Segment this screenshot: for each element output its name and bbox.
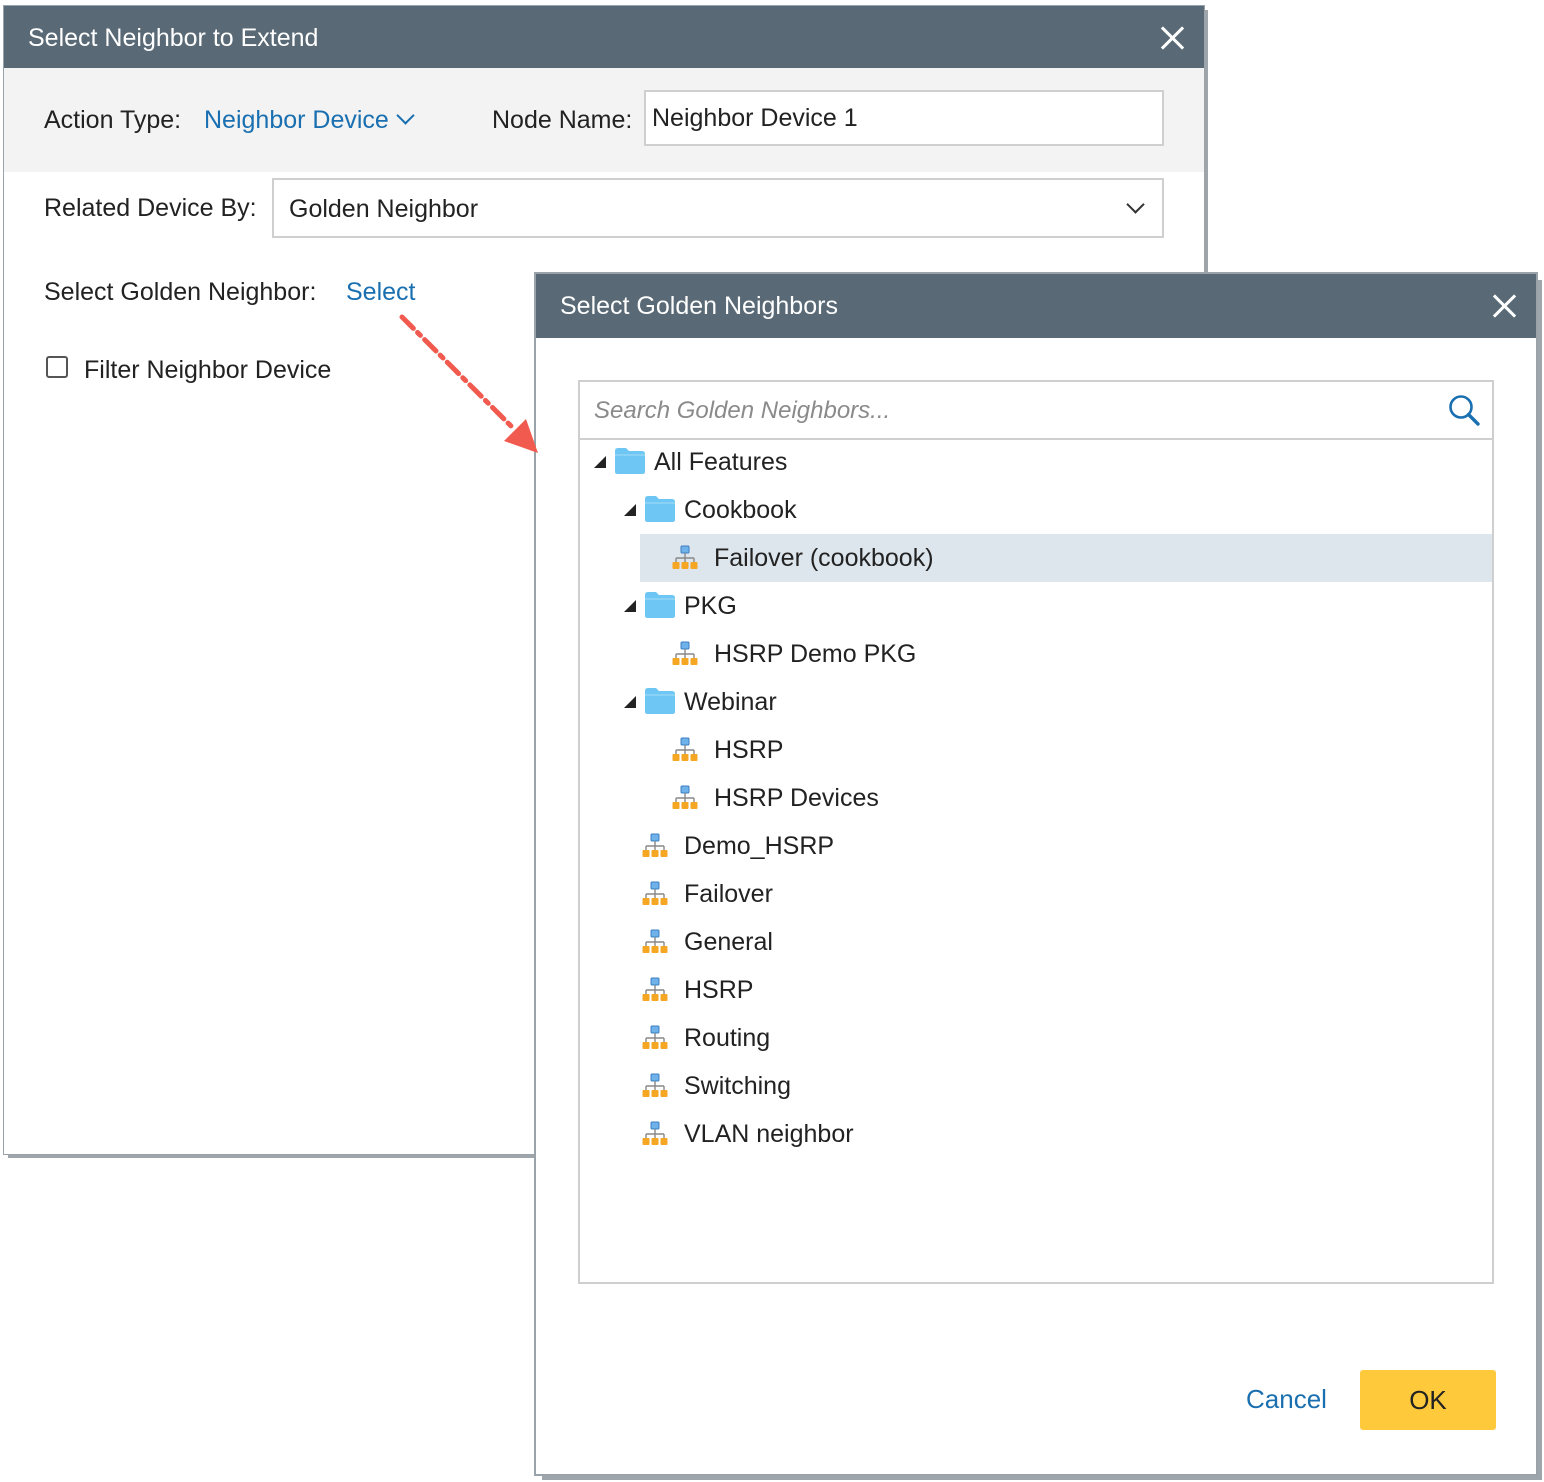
related-by-label: Related Device By: (44, 194, 257, 222)
tree-item-label: Demo_HSRP (684, 832, 835, 860)
action-type-value: Neighbor Device (204, 106, 389, 134)
search-icon[interactable] (1446, 392, 1482, 428)
action-row: Action Type: Neighbor Device Node Name: (4, 68, 1204, 172)
filter-label: Filter Neighbor Device (84, 356, 332, 384)
tree-item[interactable]: Demo_HSRP (580, 822, 1492, 870)
tree-item-label: Cookbook (684, 496, 797, 524)
dialog-header: Select Neighbor to Extend (4, 6, 1204, 68)
node-name-label: Node Name: (492, 106, 633, 134)
tree-item-label: Switching (684, 1072, 791, 1100)
cancel-button[interactable]: Cancel (1246, 1370, 1327, 1428)
folder-icon (645, 688, 675, 714)
tree-item[interactable]: HSRP (580, 966, 1492, 1014)
tree-item-label: HSRP (714, 736, 784, 764)
expand-toggle-icon[interactable] (594, 456, 606, 468)
tree-item-label: All Features (654, 448, 788, 476)
tree-item[interactable]: Failover (cookbook) (640, 534, 1492, 582)
network-node-icon (642, 881, 668, 905)
network-node-icon (642, 929, 668, 953)
tree-item[interactable]: VLAN neighbor (580, 1110, 1492, 1158)
network-node-icon (672, 737, 698, 761)
tree-item[interactable]: HSRP Demo PKG (580, 630, 1492, 678)
ok-button[interactable]: OK (1360, 1370, 1496, 1430)
network-node-icon (672, 641, 698, 665)
dialog-header: Select Golden Neighbors (536, 274, 1536, 338)
expand-toggle-icon[interactable] (624, 600, 636, 612)
tree-item[interactable]: Cookbook (580, 486, 1492, 534)
network-node-icon (642, 977, 668, 1001)
dialog-title: Select Golden Neighbors (560, 292, 838, 320)
network-node-icon (642, 833, 668, 857)
tree-item-label: Failover (cookbook) (714, 544, 934, 572)
select-golden-label: Select Golden Neighbor: (44, 278, 317, 306)
search-bar (580, 382, 1492, 440)
dialog-title: Select Neighbor to Extend (28, 24, 319, 52)
tree-item[interactable]: HSRP (580, 726, 1492, 774)
network-node-icon (642, 1073, 668, 1097)
network-node-icon (672, 785, 698, 809)
tree-item[interactable]: Routing (580, 1014, 1492, 1062)
tree-item[interactable]: PKG (580, 582, 1492, 630)
annotation-arrow (399, 314, 538, 453)
search-input[interactable] (592, 390, 1426, 432)
tree-item-label: PKG (684, 592, 737, 620)
tree-item-label: Webinar (684, 688, 777, 716)
tree-item-label: HSRP Demo PKG (714, 640, 917, 668)
tree-item[interactable]: Webinar (580, 678, 1492, 726)
network-node-icon (642, 1121, 668, 1145)
chevron-down-icon (396, 106, 415, 125)
folder-icon (645, 592, 675, 618)
tree-item-label: Routing (684, 1024, 771, 1052)
action-type-label: Action Type: (44, 106, 182, 134)
close-icon[interactable] (1157, 23, 1187, 53)
expand-toggle-icon[interactable] (624, 504, 636, 516)
select-golden-link[interactable]: Select (346, 278, 415, 307)
tree-item-label: HSRP Devices (714, 784, 879, 812)
related-by-value: Golden Neighbor (289, 195, 479, 223)
action-type-dropdown[interactable]: Neighbor Device (204, 106, 415, 135)
tree-item-label: General (684, 928, 773, 956)
chevron-down-icon (1126, 195, 1145, 214)
close-icon[interactable] (1489, 291, 1519, 321)
tree-item-label: VLAN neighbor (684, 1120, 854, 1148)
expand-toggle-icon[interactable] (624, 696, 636, 708)
network-node-icon (642, 1025, 668, 1049)
select-golden-neighbors-dialog: Select Golden Neighbors All Features Cook… (536, 274, 1536, 1474)
tree-item[interactable]: HSRP Devices (580, 774, 1492, 822)
tree-item[interactable]: Failover (580, 870, 1492, 918)
tree-item-label: HSRP (684, 976, 754, 1004)
network-node-icon (672, 545, 698, 569)
tree-item-label: Failover (684, 880, 773, 908)
folder-icon (615, 448, 645, 474)
tree-item[interactable]: All Features (580, 438, 1492, 486)
tree-item[interactable]: Switching (580, 1062, 1492, 1110)
folder-icon (645, 496, 675, 522)
node-name-input[interactable] (644, 90, 1164, 146)
filter-checkbox[interactable] (46, 356, 68, 378)
related-by-select[interactable]: Golden Neighbor (272, 178, 1164, 238)
tree-item[interactable]: General (580, 918, 1492, 966)
golden-neighbor-panel: All Features Cookbook Failover (cookbook) P… (578, 380, 1494, 1284)
